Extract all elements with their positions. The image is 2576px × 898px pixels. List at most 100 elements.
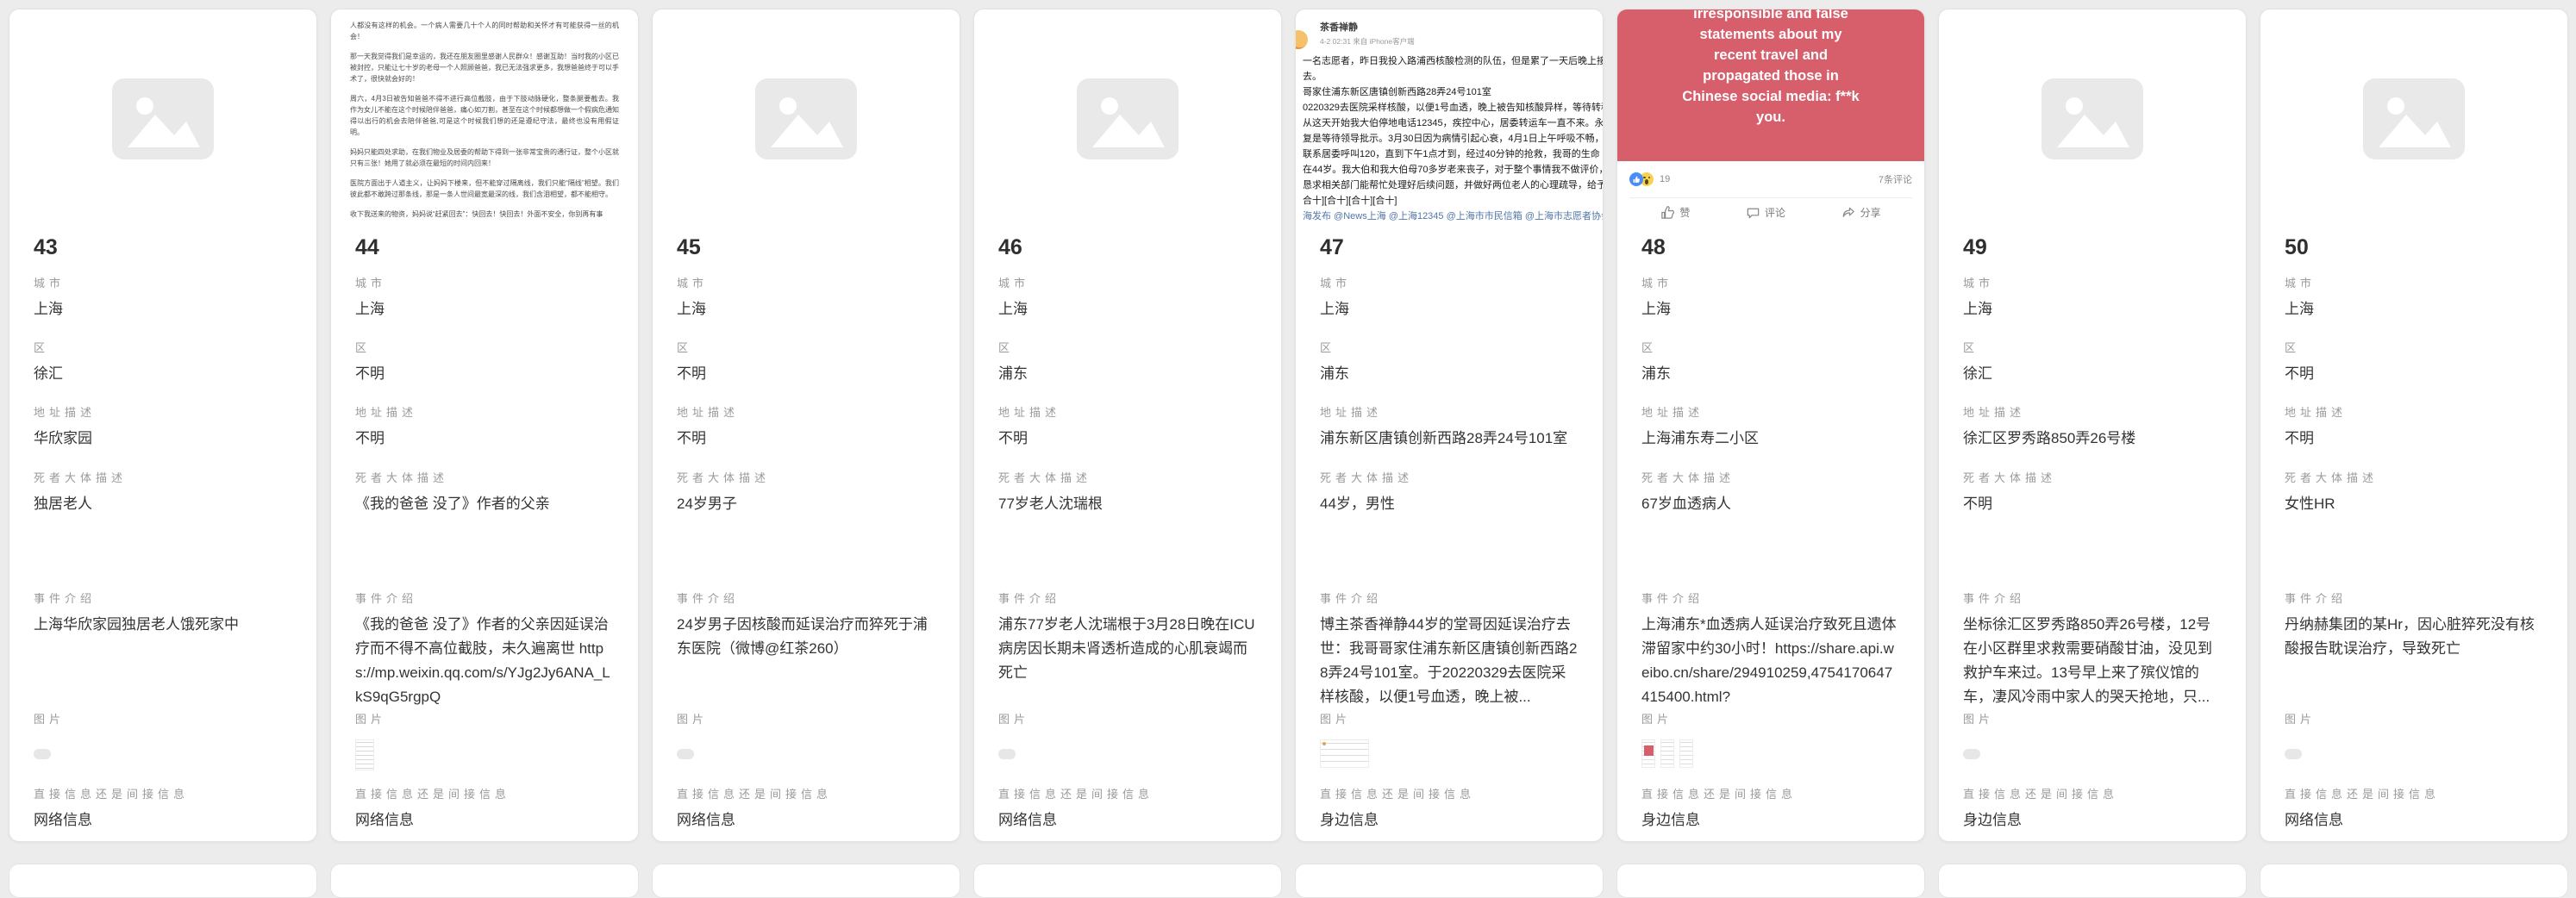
image-thumbnail bbox=[34, 749, 51, 759]
post-action-bar: 赞 评论 分享 bbox=[1617, 198, 1924, 220]
record-card-46[interactable]: 46 城市上海 区浦东 地址描述不明 死者大体描述77岁老人沈瑞根 事件介绍浦东… bbox=[973, 9, 1282, 842]
weibo-username: 茶香禅静 bbox=[1320, 20, 1603, 34]
record-number: 45 bbox=[677, 235, 935, 274]
field-value-city: 上海 bbox=[998, 297, 1257, 321]
card-fields: 48 城市上海 区浦东 地址描述上海浦东寿二小区 死者大体描述67岁血透病人 事… bbox=[1617, 235, 1924, 833]
field-value-deceased: 44岁，男性 bbox=[1320, 492, 1579, 516]
field-value-city: 上海 bbox=[355, 297, 614, 321]
comment-icon bbox=[1746, 205, 1760, 220]
next-row-card[interactable] bbox=[1295, 864, 1604, 898]
card-fields: 47 城市上海 区浦东 地址描述浦东新区唐镇创新西路28弄24号101室 死者大… bbox=[1296, 235, 1603, 833]
image-placeholder-icon bbox=[112, 78, 214, 159]
field-value-direct: 网络信息 bbox=[355, 808, 614, 833]
record-number: 46 bbox=[998, 235, 1257, 274]
field-label-direct: 直接信息还是间接信息 bbox=[34, 785, 292, 801]
share-button: 分享 bbox=[1841, 205, 1881, 220]
next-row-card[interactable] bbox=[9, 864, 317, 898]
field-value-address: 徐汇区罗秀路850弄26号楼 bbox=[1963, 427, 2222, 451]
field-value-district: 徐汇 bbox=[34, 362, 292, 386]
field-label-event: 事件介绍 bbox=[1641, 589, 1900, 606]
card-cover-post-screenshot: irresponsible and falsestatements about … bbox=[1617, 9, 1924, 228]
post-reactions-row: 19 7条评论 bbox=[1617, 161, 1924, 197]
field-value-city: 上海 bbox=[34, 297, 292, 321]
field-label-direct: 直接信息还是间接信息 bbox=[1320, 785, 1579, 801]
field-label-deceased: 死者大体描述 bbox=[677, 469, 935, 485]
field-value-address: 不明 bbox=[998, 427, 1257, 451]
card-fields: 43 城市上海 区徐汇 地址描述华欣家园 死者大体描述独居老人 事件介绍上海华欣… bbox=[9, 235, 316, 833]
field-label-district: 区 bbox=[677, 339, 935, 355]
record-card-50[interactable]: 50 城市上海 区不明 地址描述不明 死者大体描述女性HR 事件介绍丹纳赫集团的… bbox=[2260, 9, 2568, 842]
record-card-47[interactable]: 茶香禅静 4-2 02:31 来自 iPhone客户端 一名志愿者，昨日我投入路… bbox=[1295, 9, 1604, 842]
image-thumbnails bbox=[1641, 739, 1900, 768]
image-thumbnail bbox=[1963, 749, 1980, 759]
share-icon bbox=[1841, 205, 1856, 220]
next-row-card[interactable] bbox=[973, 864, 1282, 898]
field-label-image: 图片 bbox=[1641, 710, 1900, 727]
next-row-card[interactable] bbox=[1938, 864, 2247, 898]
card-cover bbox=[2260, 9, 2567, 228]
field-label-address: 地址描述 bbox=[1963, 403, 2222, 420]
field-label-district: 区 bbox=[34, 339, 292, 355]
like-icon bbox=[1660, 205, 1675, 220]
record-card-44[interactable]: 人都没有这样的机会。一个病人需要几十个人的同时帮助和关怀才有可能获得一丝的机会！… bbox=[330, 9, 639, 842]
field-value-event: 上海华欣家园独居老人饿死家中 bbox=[34, 613, 292, 637]
field-label-deceased: 死者大体描述 bbox=[1320, 469, 1579, 485]
record-number: 49 bbox=[1963, 235, 2222, 274]
field-label-district: 区 bbox=[1320, 339, 1579, 355]
next-row-card[interactable] bbox=[330, 864, 639, 898]
field-label-city: 城市 bbox=[677, 274, 935, 290]
field-label-direct: 直接信息还是间接信息 bbox=[1963, 785, 2222, 801]
card-cover-article-screenshot: 人都没有这样的机会。一个病人需要几十个人的同时帮助和关怀才有可能获得一丝的机会！… bbox=[331, 9, 638, 228]
field-label-district: 区 bbox=[998, 339, 1257, 355]
field-value-deceased: 《我的爸爸 没了》作者的父亲 bbox=[355, 492, 614, 516]
record-card-45[interactable]: 45 城市上海 区不明 地址描述不明 死者大体描述24岁男子 事件介绍24岁男子… bbox=[652, 9, 960, 842]
image-thumbnail bbox=[677, 749, 694, 759]
field-value-district: 不明 bbox=[677, 362, 935, 386]
next-row-card[interactable] bbox=[2260, 864, 2568, 898]
field-label-district: 区 bbox=[1641, 339, 1900, 355]
field-value-deceased: 77岁老人沈瑞根 bbox=[998, 492, 1257, 516]
comment-count: 7条评论 bbox=[1879, 172, 1912, 186]
card-fields: 50 城市上海 区不明 地址描述不明 死者大体描述女性HR 事件介绍丹纳赫集团的… bbox=[2260, 235, 2567, 833]
field-value-district: 浦东 bbox=[998, 362, 1257, 386]
field-label-direct: 直接信息还是间接信息 bbox=[1641, 785, 1900, 801]
card-cover bbox=[9, 9, 316, 228]
record-number: 43 bbox=[34, 235, 292, 274]
next-row-card[interactable] bbox=[652, 864, 960, 898]
gallery-row: 43 城市上海 区徐汇 地址描述华欣家园 死者大体描述独居老人 事件介绍上海华欣… bbox=[9, 9, 2568, 842]
post-red-text-block: irresponsible and falsestatements about … bbox=[1617, 9, 1924, 161]
record-card-48[interactable]: irresponsible and falsestatements about … bbox=[1616, 9, 1925, 842]
card-fields: 49 城市上海 区徐汇 地址描述徐汇区罗秀路850弄26号楼 死者大体描述不明 … bbox=[1939, 235, 2246, 833]
record-card-43[interactable]: 43 城市上海 区徐汇 地址描述华欣家园 死者大体描述独居老人 事件介绍上海华欣… bbox=[9, 9, 317, 842]
field-label-image: 图片 bbox=[2285, 710, 2543, 727]
field-label-address: 地址描述 bbox=[677, 403, 935, 420]
field-label-event: 事件介绍 bbox=[34, 589, 292, 606]
field-value-event: 24岁男子因核酸而延误治疗而猝死于浦东医院（微博@红茶260） bbox=[677, 613, 935, 661]
field-value-direct: 网络信息 bbox=[998, 808, 1257, 833]
field-label-image: 图片 bbox=[355, 710, 614, 727]
field-label-city: 城市 bbox=[2285, 274, 2543, 290]
record-card-49[interactable]: 49 城市上海 区徐汇 地址描述徐汇区罗秀路850弄26号楼 死者大体描述不明 … bbox=[1938, 9, 2247, 842]
card-cover-weibo-screenshot: 茶香禅静 4-2 02:31 来自 iPhone客户端 一名志愿者，昨日我投入路… bbox=[1296, 9, 1603, 228]
field-label-direct: 直接信息还是间接信息 bbox=[355, 785, 614, 801]
field-value-direct: 身边信息 bbox=[1641, 808, 1900, 833]
record-number: 44 bbox=[355, 235, 614, 274]
field-value-city: 上海 bbox=[1320, 297, 1579, 321]
field-label-deceased: 死者大体描述 bbox=[355, 469, 614, 485]
field-value-direct: 网络信息 bbox=[2285, 808, 2543, 833]
next-row-card[interactable] bbox=[1616, 864, 1925, 898]
field-label-image: 图片 bbox=[998, 710, 1257, 727]
field-value-event: 丹纳赫集团的某Hr，因心脏猝死没有核酸报告耽误治疗，导致死亡 bbox=[2285, 613, 2543, 661]
field-value-address: 不明 bbox=[355, 427, 614, 451]
like-button: 赞 bbox=[1660, 205, 1690, 220]
field-label-city: 城市 bbox=[34, 274, 292, 290]
field-value-address: 不明 bbox=[2285, 427, 2543, 451]
field-value-deceased: 不明 bbox=[1963, 492, 2222, 516]
field-label-image: 图片 bbox=[1963, 710, 2222, 727]
field-label-deceased: 死者大体描述 bbox=[1963, 469, 2222, 485]
card-fields: 44 城市上海 区不明 地址描述不明 死者大体描述《我的爸爸 没了》作者的父亲 … bbox=[331, 235, 638, 833]
field-label-city: 城市 bbox=[355, 274, 614, 290]
image-placeholder-icon bbox=[2041, 78, 2143, 159]
field-label-deceased: 死者大体描述 bbox=[2285, 469, 2543, 485]
reaction-count: 19 bbox=[1660, 174, 1670, 184]
